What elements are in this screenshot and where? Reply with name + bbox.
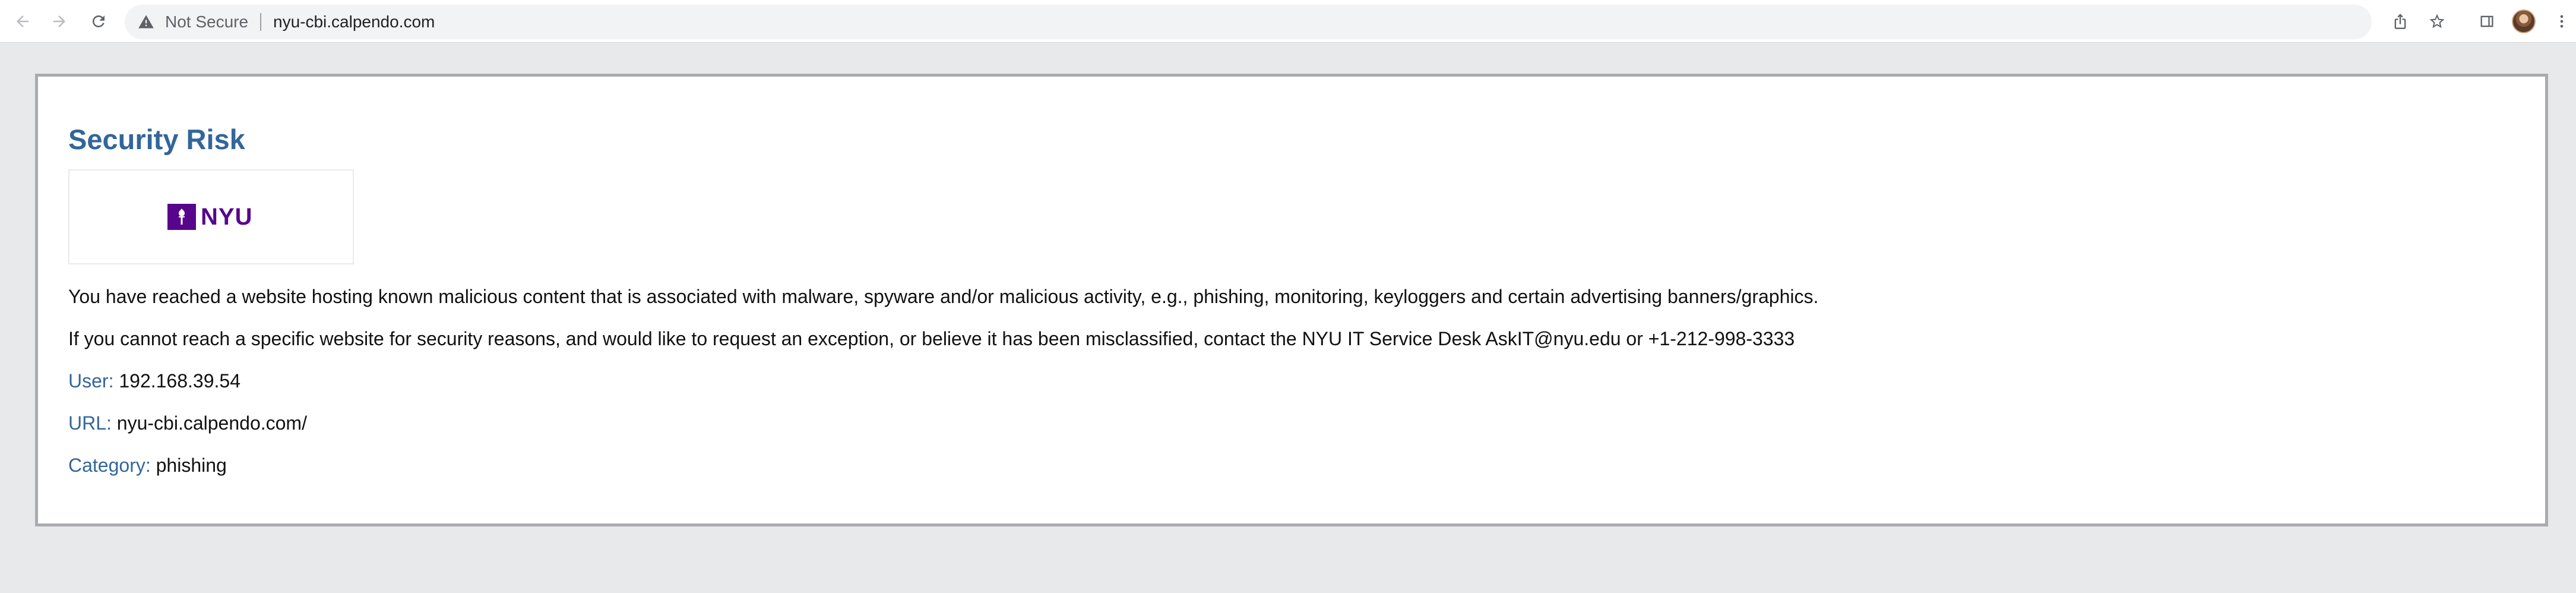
kebab-menu-icon[interactable] xyxy=(2549,8,2575,34)
contact-message: If you cannot reach a specific website f… xyxy=(68,328,1795,349)
toolbar-strip xyxy=(2268,0,2576,2)
url-value: nyu-cbi.calpendo.com/ xyxy=(116,412,307,434)
reload-icon[interactable] xyxy=(86,8,112,34)
torch-icon xyxy=(167,204,196,230)
share-icon[interactable] xyxy=(2387,8,2413,34)
browser-toolbar: Not Secure nyu-cbi.calpendo.com xyxy=(0,0,2576,43)
back-arrow-icon[interactable] xyxy=(10,8,36,34)
category-value: phishing xyxy=(156,455,227,476)
star-icon[interactable] xyxy=(2424,8,2450,34)
url-label: URL: xyxy=(68,412,112,434)
logo-box: NYU xyxy=(68,169,354,264)
warning-panel: Security Risk NYU You have reached a web… xyxy=(35,74,2548,526)
category-field: Category: phishing xyxy=(68,452,227,478)
profile-avatar[interactable] xyxy=(2512,10,2536,33)
page-title: Security Risk xyxy=(68,124,245,155)
category-label: Category: xyxy=(68,455,151,476)
address-bar[interactable]: Not Secure nyu-cbi.calpendo.com xyxy=(125,5,2372,39)
warning-message: You have reached a website hosting known… xyxy=(68,286,1819,307)
warning-triangle-icon[interactable] xyxy=(138,14,154,30)
user-label: User: xyxy=(68,370,114,392)
security-status-text[interactable]: Not Secure xyxy=(165,5,248,39)
url-field: URL: nyu-cbi.calpendo.com/ xyxy=(68,410,307,436)
user-field: User: 192.168.39.54 xyxy=(68,368,240,394)
forward-arrow-icon[interactable] xyxy=(46,8,72,34)
address-divider xyxy=(260,13,261,31)
user-value: 192.168.39.54 xyxy=(119,370,240,392)
logo-wordmark: NYU xyxy=(201,204,253,230)
url-text[interactable]: nyu-cbi.calpendo.com xyxy=(273,5,435,39)
side-panel-icon[interactable] xyxy=(2474,8,2500,34)
nyu-logo: NYU xyxy=(167,204,252,230)
